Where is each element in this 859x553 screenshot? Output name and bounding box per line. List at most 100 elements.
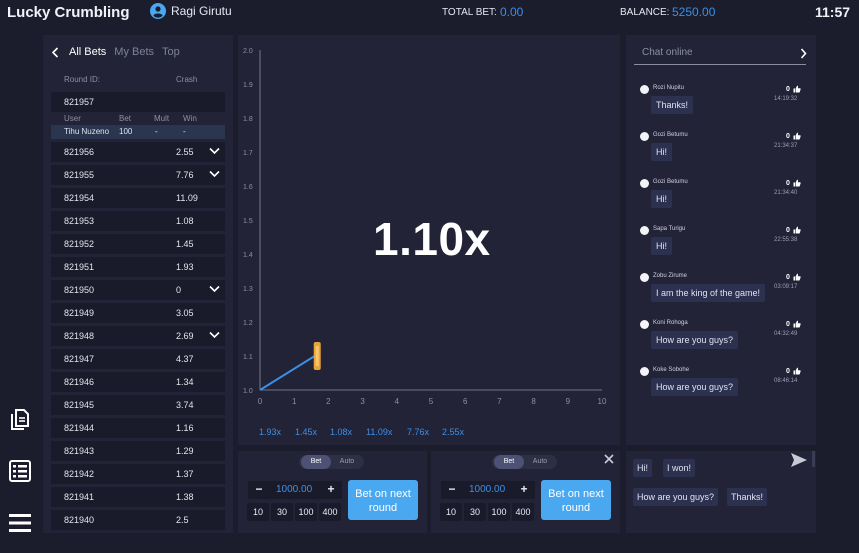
quick-message-button[interactable]: Hi! [633,459,652,477]
quick-message-button[interactable]: How are you guys? [633,488,719,506]
quick-amount-button[interactable]: 30 [271,503,293,521]
table-row[interactable]: 821952 1.45 [51,234,225,254]
chevron-down-icon[interactable] [209,147,220,155]
bets-panel: All Bets My Bets Top Round ID: Crash 821… [43,35,233,533]
round-id-header: Round ID: [64,75,101,84]
round-id: 821953 [64,216,95,226]
chat-bubble: Hi! [651,143,672,161]
table-row[interactable]: 821944 1.16 [51,418,225,438]
thumbs-up-icon[interactable] [793,367,801,375]
bet-auto-toggle[interactable]: Bet Auto [492,455,557,469]
round-id: 821942 [64,469,95,479]
bet-amount-stepper[interactable]: −1000.00 + [248,481,342,499]
quick-amount-button[interactable]: 400 [512,503,534,521]
bet-amount-stepper[interactable]: −1000.00 + [441,481,535,499]
document-icon[interactable] [8,407,32,431]
chat-message: Zobu Zirume 0 03:09:17 I am the king of the… [640,271,805,313]
scrollbar[interactable] [812,451,815,467]
like-count: 0 [786,321,790,328]
table-row-expanded[interactable]: 821957 [51,92,225,112]
table-row[interactable]: 821955 7.76 [51,165,225,185]
user-name: Ragi Girutu [171,4,232,18]
thumbs-up-icon[interactable] [793,320,801,328]
increase-button[interactable]: + [517,482,531,496]
crash-value: 11.09 [176,193,198,203]
user-profile[interactable]: Ragi Girutu [150,3,232,19]
bet-on-next-round-button[interactable]: Bet on next round [348,480,418,520]
table-row[interactable]: 821947 4.37 [51,349,225,369]
chat-timestamp: 03:09:17 [774,284,798,290]
toggle-bet[interactable]: Bet [301,455,331,469]
bet-amount-value[interactable]: 1000.00 [469,484,505,495]
chevron-down-icon[interactable] [209,170,220,178]
quick-message-button[interactable]: Thanks! [727,488,768,506]
table-row[interactable]: 821946 1.34 [51,372,225,392]
toggle-bet[interactable]: Bet [494,455,524,469]
table-row[interactable]: 821940 2.5 [51,510,225,530]
tab-all-bets[interactable]: All Bets [69,46,106,58]
list-icon[interactable] [8,459,32,483]
table-row[interactable]: 821949 3.05 [51,303,225,323]
history-item: 1.93x [259,427,282,437]
chat-message: Gozi Betumu 0 21:34:40 Hi! [640,177,805,219]
quick-amount-button[interactable]: 10 [247,503,269,521]
thumbs-up-icon[interactable] [793,179,801,187]
user-avatar [640,273,649,282]
crash-value: 1.16 [176,423,194,433]
send-icon[interactable] [790,452,808,468]
x-tick-label: 1 [292,397,297,406]
thumbs-up-icon[interactable] [793,273,801,281]
chat-username: Zobu Zirume [653,273,688,279]
chat-timestamp: 04:32:49 [774,331,798,337]
chevron-down-icon[interactable] [209,331,220,339]
table-row[interactable]: 821945 3.74 [51,395,225,415]
bet-auto-toggle[interactable]: Bet Auto [299,455,364,469]
thumbs-up-icon[interactable] [793,132,801,140]
thumbs-up-icon[interactable] [793,85,801,93]
table-row[interactable]: 821950 0 [51,280,225,300]
quick-amount-button[interactable]: 10 [440,503,462,521]
quick-amount-button[interactable]: 100 [295,503,317,521]
clock: 11:57 [815,4,851,20]
total-bet-label: TOTAL BET: [442,7,497,18]
increase-button[interactable]: + [324,482,338,496]
table-row[interactable]: 821941 1.38 [51,487,225,507]
menu-icon[interactable] [8,511,32,535]
chevron-left-icon[interactable] [51,46,59,58]
x-tick-label: 5 [429,397,434,406]
quick-amount-button[interactable]: 400 [319,503,341,521]
toggle-auto[interactable]: Auto [525,455,555,469]
chat-message: Koni Rohoga 0 04:32:49 How are you guys? [640,318,805,360]
bet-on-next-round-button[interactable]: Bet on next round [541,480,611,520]
thumbs-up-icon[interactable] [793,226,801,234]
table-row[interactable]: 821943 1.29 [51,441,225,461]
entry-win: - [183,127,186,136]
x-tick-label: 7 [497,397,502,406]
quick-amount-button[interactable]: 100 [488,503,510,521]
close-icon[interactable] [604,454,614,464]
crash-value: 1.37 [176,469,194,479]
series-line [259,355,316,391]
table-row[interactable]: 821951 1.93 [51,257,225,277]
chat-bubble: Hi! [651,190,672,208]
table-row[interactable]: 821956 2.55 [51,142,225,162]
tab-top[interactable]: Top [162,46,180,58]
y-tick-label: 1.1 [243,354,253,361]
tab-my-bets[interactable]: My Bets [114,46,154,58]
decrease-button[interactable]: − [445,482,459,496]
toggle-auto[interactable]: Auto [332,455,362,469]
table-row[interactable]: 821953 1.08 [51,211,225,231]
chat-username: Gozi Betumu [653,132,688,138]
decrease-button[interactable]: − [252,482,266,496]
chevron-down-icon[interactable] [209,285,220,293]
quick-message-button[interactable]: I won! [663,459,696,477]
table-row[interactable]: 821948 2.69 [51,326,225,346]
bet-amount-value[interactable]: 1000.00 [276,484,312,495]
chevron-right-icon[interactable] [800,48,807,59]
table-row[interactable]: 821954 11.09 [51,188,225,208]
table-row[interactable]: 821942 1.37 [51,464,225,484]
crash-value: 2.55 [176,147,194,157]
sub-header-bet: Bet [119,114,132,123]
chat-message: Rozi Nupitu 0 14:19:32 Thanks! [640,83,805,125]
quick-amount-button[interactable]: 30 [464,503,486,521]
